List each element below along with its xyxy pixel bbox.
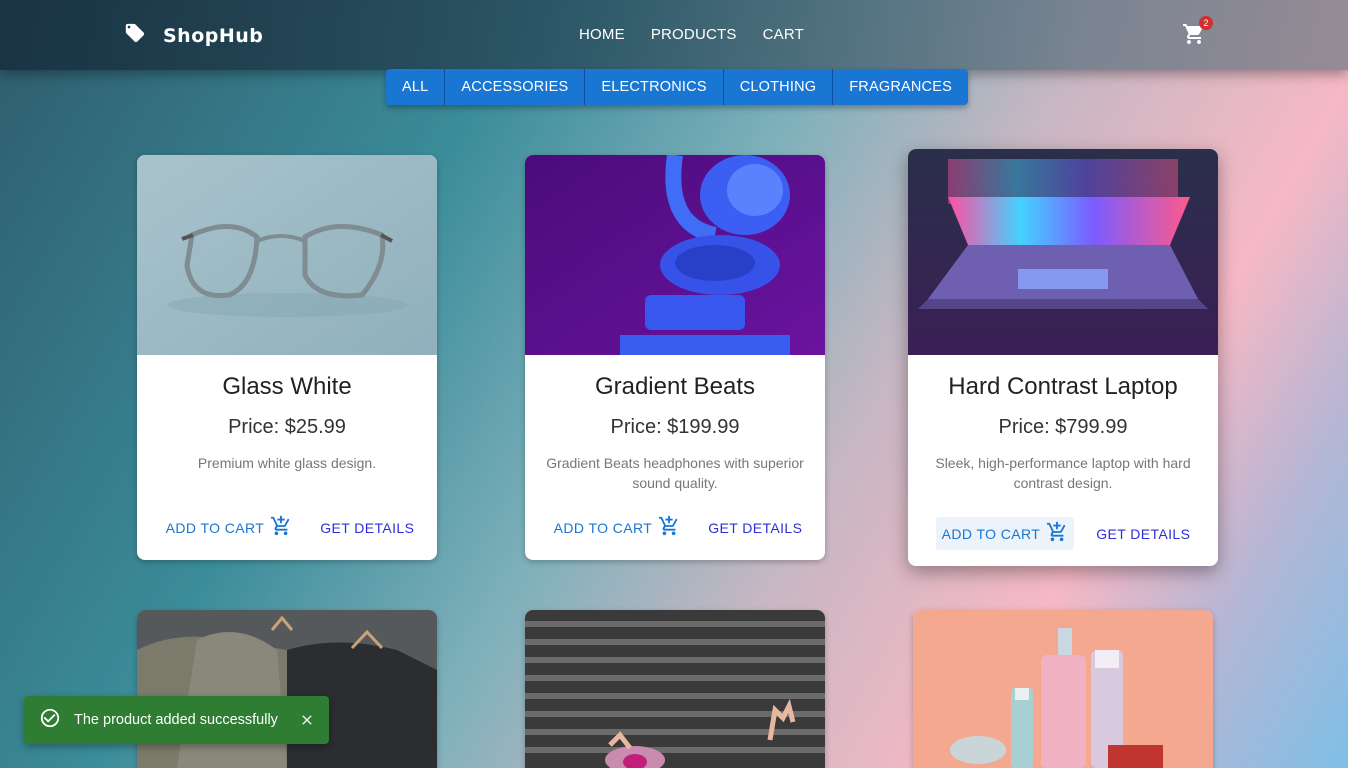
nav-links: HOME PRODUCTS CART [566,26,817,43]
snackbar-message: The product added successfully [74,712,278,728]
nav-products[interactable]: PRODUCTS [651,26,737,43]
filter-fragrances[interactable]: FRAGRANCES [833,69,968,105]
product-image-shutter [525,610,825,768]
close-icon[interactable] [299,712,315,728]
filter-electronics[interactable]: ELECTRONICS [585,69,724,105]
product-image-headphones [525,155,825,355]
add-to-cart-button[interactable]: ADD TO CART [935,517,1075,550]
nav-cart[interactable]: CART [763,26,804,43]
top-navbar: ShopHub HOME PRODUCTS CART 2 [0,0,1348,70]
get-details-button[interactable]: GET DETAILS [708,520,802,536]
filter-clothing[interactable]: CLOTHING [724,69,834,105]
add-shopping-cart-icon [264,515,292,540]
filter-all[interactable]: ALL [386,69,446,105]
product-price: Price: $799.99 [998,416,1128,438]
card-actions: ADD TO CART GET DETAILS [908,517,1218,550]
category-filter-group: ALL ACCESSORIES ELECTRONICS CLOTHING FRA… [386,69,968,105]
brand-name: ShopHub [163,24,264,47]
brand[interactable]: ShopHub [124,22,263,49]
product-card: Hard Contrast Laptop Price: $799.99 Slee… [908,149,1218,566]
product-card [525,610,825,768]
cart-count-badge: 2 [1199,16,1213,30]
product-description: Premium white glass design. [197,455,377,471]
add-shopping-cart-icon [1040,521,1068,546]
get-details-button[interactable]: GET DETAILS [1096,526,1190,542]
product-title: Glass White [222,373,352,400]
product-title: Gradient Beats [594,373,756,400]
product-description: Sleek, high-performance laptop with hard… [935,455,1191,491]
product-card [913,610,1213,768]
product-image-laptop [908,149,1218,355]
get-details-button[interactable]: GET DETAILS [320,520,414,536]
product-card [137,610,437,768]
product-title: Hard Contrast Laptop [948,373,1178,400]
check-circle-icon [24,707,61,734]
product-card: Glass White Price: $25.99 Premium white … [137,155,437,560]
product-card: Gradient Beats Price: $199.99 Gradient B… [525,155,825,560]
cart-button[interactable]: 2 [1182,16,1213,46]
product-price: Price: $199.99 [610,416,740,438]
card-actions: ADD TO CART GET DETAILS [525,511,825,544]
nav-home[interactable]: HOME [579,26,625,43]
product-image-cosmetics [913,610,1213,768]
add-to-cart-button[interactable]: ADD TO CART [548,511,687,544]
product-image-glasses [137,155,437,355]
success-snackbar: The product added successfully [24,696,329,744]
add-to-cart-label: ADD TO CART [941,525,1041,542]
card-actions: ADD TO CART GET DETAILS [137,511,437,544]
add-to-cart-label: ADD TO CART [165,519,265,536]
add-to-cart-label: ADD TO CART [553,519,653,536]
add-to-cart-button[interactable]: ADD TO CART [160,511,299,544]
product-description: Gradient Beats headphones with superior … [546,455,804,491]
filter-accessories[interactable]: ACCESSORIES [445,69,586,105]
product-image-hoodies [137,610,437,768]
cart-icon [1182,24,1206,50]
tag-icon [124,22,146,49]
product-price: Price: $25.99 [228,416,346,438]
add-shopping-cart-icon [652,515,680,540]
